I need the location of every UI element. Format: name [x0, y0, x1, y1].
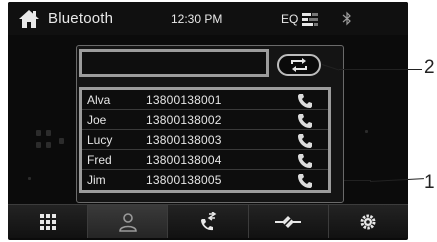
- status-bar: Bluetooth 12:30 PM EQ: [8, 2, 408, 35]
- bluetooth-icon: [342, 11, 352, 26]
- tab-call-log[interactable]: [168, 205, 249, 238]
- contact-name: Alva: [87, 93, 111, 107]
- phone-call-icon[interactable]: [297, 113, 313, 128]
- tab-device-link[interactable]: [248, 205, 329, 238]
- clock: 12:30 PM: [171, 12, 223, 26]
- equalizer-icon: [302, 12, 318, 26]
- switch-button[interactable]: [277, 54, 321, 76]
- home-icon[interactable]: [18, 9, 40, 29]
- contact-row[interactable]: Fred 13800138004: [82, 150, 328, 170]
- keypad-icon: [39, 213, 56, 230]
- contact-number: 13800138004: [146, 153, 222, 167]
- swap-arrows-icon: [291, 58, 307, 72]
- phone-call-icon[interactable]: [297, 173, 313, 188]
- background-decoration: [46, 142, 51, 148]
- phone-call-icon[interactable]: [297, 93, 313, 108]
- contacts-icon: [118, 212, 137, 232]
- tab-contacts[interactable]: [88, 205, 169, 238]
- contact-name: Lucy: [87, 133, 113, 147]
- background-decoration: [36, 130, 41, 136]
- callout-number-2: 2: [424, 57, 435, 78]
- contact-row[interactable]: Jim 13800138005: [82, 170, 328, 190]
- tab-settings[interactable]: [328, 205, 409, 238]
- callout-line-list: [344, 180, 371, 181]
- call-log-icon: [201, 211, 217, 230]
- device-link-icon: [275, 215, 302, 228]
- settings-icon: [360, 214, 376, 229]
- contact-row[interactable]: Alva 13800138001: [82, 90, 328, 110]
- callout-line-search: [339, 69, 422, 70]
- tab-keypad[interactable]: [8, 205, 89, 238]
- contact-number: 13800138001: [146, 93, 222, 107]
- background-decoration: [59, 138, 64, 144]
- background-decoration: [46, 130, 51, 136]
- eq-label: EQ: [281, 12, 299, 26]
- app-title: Bluetooth: [48, 10, 114, 27]
- search-input[interactable]: [79, 49, 269, 77]
- contact-list[interactable]: Alva 13800138001 Joe 13800138002 Lucy 13…: [79, 87, 331, 193]
- background-decoration: [28, 177, 31, 180]
- phone-call-icon[interactable]: [297, 133, 313, 148]
- contact-name: Joe: [87, 113, 107, 127]
- contact-number: 13800138002: [146, 113, 222, 127]
- callout-number-1: 1: [424, 172, 435, 193]
- phone-call-icon[interactable]: [297, 153, 313, 168]
- contact-number: 13800138003: [146, 133, 222, 147]
- contact-row[interactable]: Lucy 13800138003: [82, 130, 328, 150]
- background-decoration: [365, 130, 368, 133]
- contact-name: Jim: [87, 173, 106, 187]
- contact-number: 13800138005: [146, 173, 222, 187]
- bottom-tab-bar: [8, 204, 409, 238]
- contact-name: Fred: [87, 153, 112, 167]
- contact-row[interactable]: Joe 13800138002: [82, 110, 328, 130]
- background-decoration: [36, 142, 41, 148]
